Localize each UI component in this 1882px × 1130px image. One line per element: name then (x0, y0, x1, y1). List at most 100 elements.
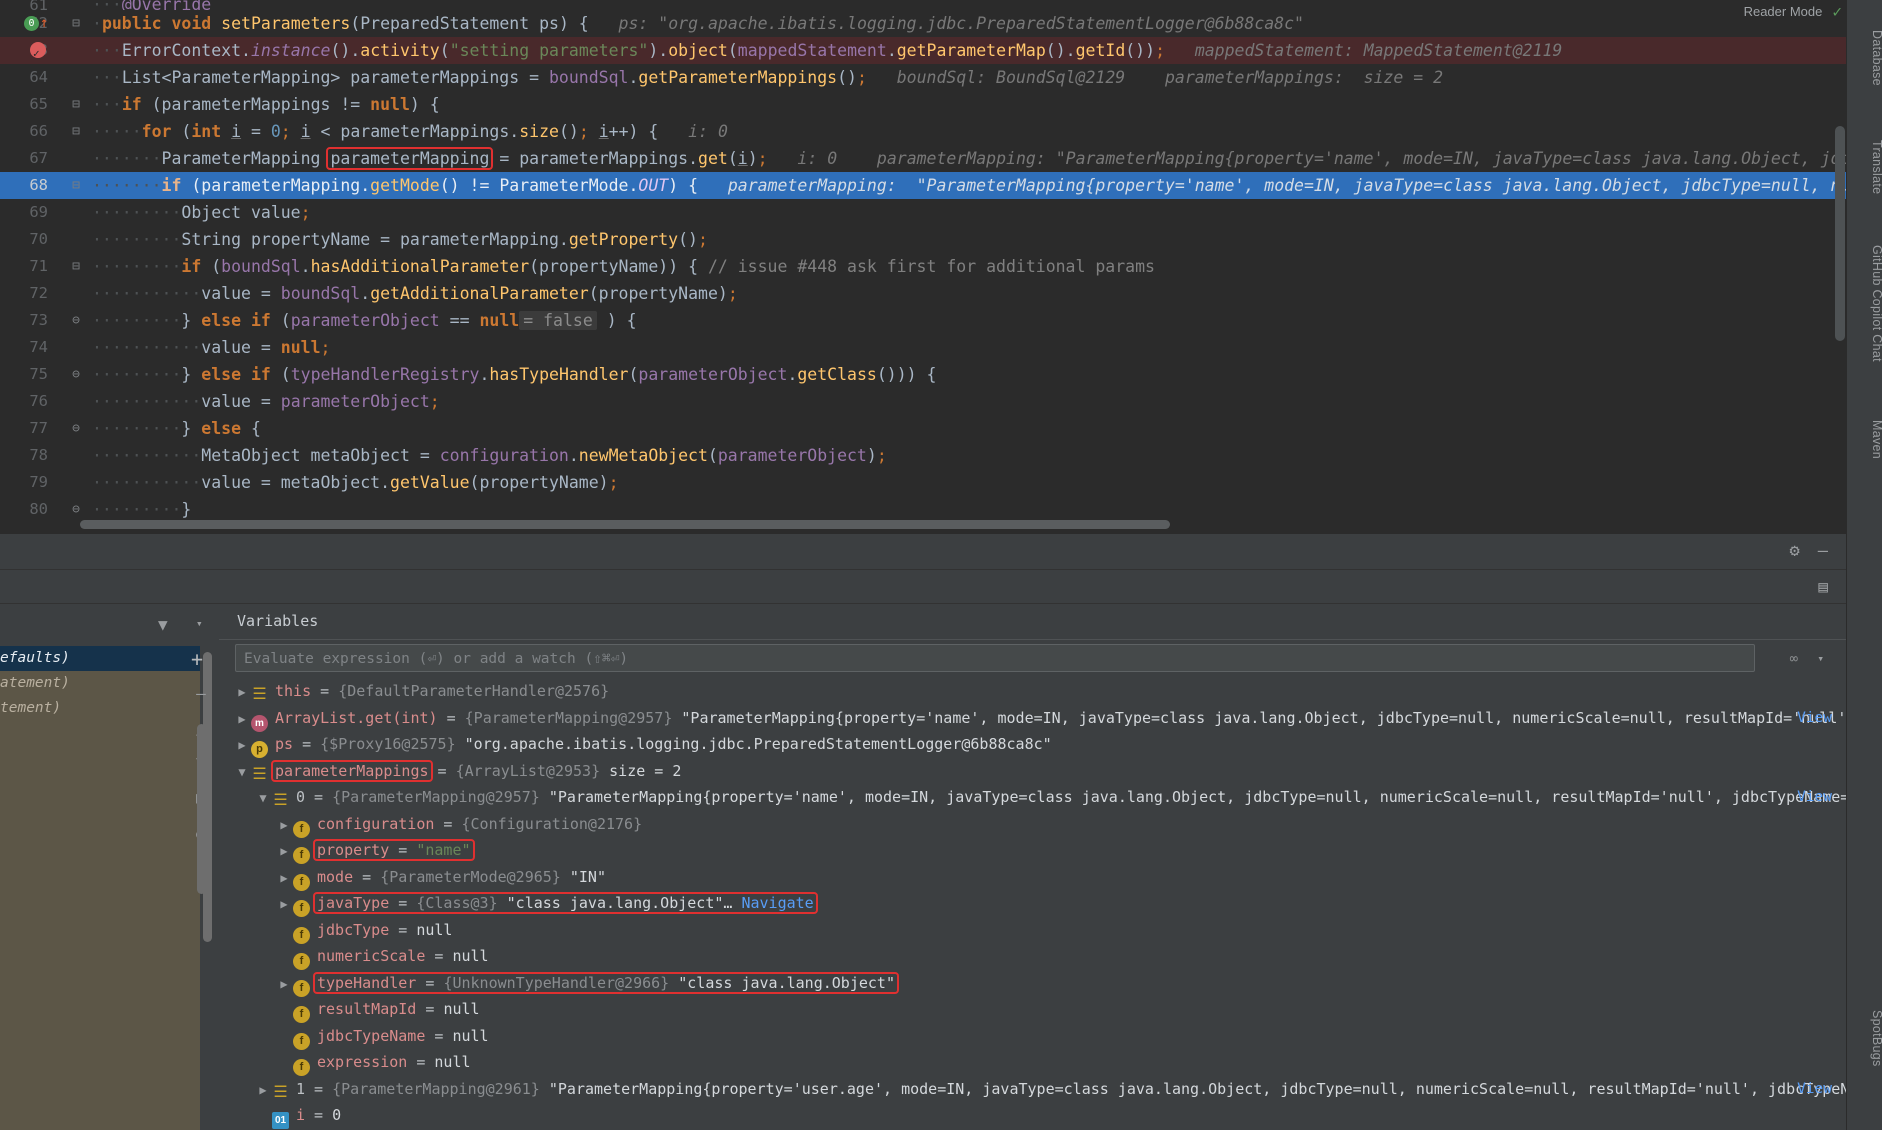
chevron-right-icon[interactable]: ▶ (275, 971, 293, 998)
tree-vertical-scrollbar[interactable] (197, 724, 206, 894)
code-line-71[interactable]: 71 ⊟ ·········if (boundSql.hasAdditional… (0, 253, 1882, 280)
code-line-80[interactable]: 80 ⊖ ·········} (0, 496, 1882, 523)
variables-tree-row[interactable]: ▶f resultMapId = null (219, 996, 1846, 1023)
code-line-79[interactable]: 79 ···········value = metaObject.getValu… (0, 469, 1882, 496)
chevron-right-icon[interactable]: ▶ (275, 838, 293, 865)
chevron-right-icon[interactable]: ▶ (275, 812, 293, 839)
code-line-74[interactable]: 74 ···········value = null; (0, 334, 1882, 361)
code-line-78[interactable]: 78 ···········MetaObject metaObject = co… (0, 442, 1882, 469)
view-link[interactable]: View (1797, 1076, 1832, 1103)
fold-icon[interactable]: ⊖ (66, 361, 86, 388)
tool-tab-spotbugs[interactable]: SpotBugs (1848, 1010, 1882, 1067)
fold-icon[interactable]: ⊟ (66, 172, 86, 199)
code-line-77[interactable]: 77 ⊖ ·········} else { (0, 415, 1882, 442)
variables-tree-row[interactable]: ▶f jdbcTypeName = null (219, 1023, 1846, 1050)
settings-gear-icon[interactable]: ⚙ (1790, 541, 1800, 561)
variables-tree-row[interactable]: ▼ ☰ parameterMappings = {ArrayList@2953} s… (219, 758, 1846, 785)
code-line-70[interactable]: 70 ·········String propertyName = parame… (0, 226, 1882, 253)
editor-vertical-scrollbar[interactable] (1835, 126, 1845, 341)
fold-icon[interactable]: ⊟ (66, 118, 86, 145)
frame-row[interactable]: atement) (0, 671, 200, 696)
filter-icon[interactable]: ▼ (158, 615, 168, 634)
code-line-76[interactable]: 76 ···········value = parameterObject; (0, 388, 1882, 415)
fold-icon[interactable]: ⊟ (66, 10, 86, 37)
variables-tree-row[interactable]: ▶ m ArrayList.get(int) = {ParameterMapping… (219, 705, 1846, 732)
variables-tree-row[interactable]: ▶01 i = 0 (219, 1102, 1846, 1129)
tool-tab-maven[interactable]: Maven (1848, 420, 1882, 459)
variables-tree-row[interactable]: ▶ f configuration = {Configuration@2176} (219, 811, 1846, 838)
variables-tree-row[interactable]: ▶ ☰ this = {DefaultParameterHandler@2576} (219, 678, 1846, 705)
code-line-67[interactable]: 67 ·······ParameterMapping parameterMapp… (0, 145, 1882, 172)
variables-tree-row[interactable]: ▶ f property = "name" (219, 837, 1846, 864)
chevron-right-icon[interactable]: ▶ (275, 865, 293, 892)
variables-tree-row[interactable]: ▶f numericScale = null (219, 943, 1846, 970)
line-number: 64 (29, 68, 48, 86)
variables-tree-row[interactable]: ▶f jdbcType = null (219, 917, 1846, 944)
variables-tree-row[interactable]: ▶ f typeHandler = {UnknownTypeHandler@2966… (219, 970, 1846, 997)
chevron-right-icon[interactable]: ▶ (254, 1077, 272, 1104)
annotation-box: javaType = {Class@3} "class java.lang.Ob… (313, 892, 818, 914)
chevron-right-icon[interactable]: ▶ (233, 706, 251, 733)
variables-tree-row[interactable]: ▶ f javaType = {Class@3} "class java.lang.… (219, 890, 1846, 917)
code-line-68-current-execution[interactable]: 68 ⊟ ·······if (parameterMapping.getMode… (0, 172, 1882, 199)
variable-ref: {UnknownTypeHandler@2966} (443, 973, 679, 992)
fold-icon[interactable]: ⊖ (66, 496, 86, 523)
run-gutter-icon[interactable]: 0 (24, 16, 39, 31)
tree-row-content: ▶ m ArrayList.get(int) = {ParameterMapping… (219, 709, 1846, 732)
layout-settings-icon[interactable]: ▤ (1818, 577, 1828, 596)
variables-tree[interactable]: ▶ ☰ this = {DefaultParameterHandler@2576} … (219, 678, 1846, 1130)
code-line-61[interactable]: 61 ···@Override (0, 0, 1882, 10)
equals-sign: = (353, 867, 381, 886)
tool-tab-github-copilot-chat[interactable]: GitHub Copilot Chat (1848, 245, 1882, 362)
tool-tab-translate[interactable]: Translate (1848, 140, 1882, 194)
chevron-right-icon[interactable]: ▶ (233, 732, 251, 759)
frames-list[interactable]: efaults) atement) tement) (0, 646, 200, 1130)
view-link[interactable]: View (1797, 705, 1832, 732)
code-line-73[interactable]: 73 ⊖ ·········} else if (parameterObject… (0, 307, 1882, 334)
variables-tree-row[interactable]: ▶ p ps = {$Proxy16@2575} "org.apache.ibati… (219, 731, 1846, 758)
variable-name: i (296, 1106, 306, 1124)
up-arrow-icon[interactable]: ↑ (40, 14, 48, 33)
add-watch-button[interactable]: + (191, 647, 203, 671)
chevron-down-icon[interactable]: ▾ (1817, 652, 1824, 665)
breakpoint-icon[interactable] (30, 40, 46, 67)
fold-icon[interactable]: ⊖ (66, 307, 86, 334)
frame-row[interactable]: tement) (0, 696, 200, 721)
code-line-62[interactable]: 62 0 ↑ ⊟ ·public void setParameters(Prep… (0, 10, 1882, 37)
variable-name: configuration (317, 814, 435, 833)
code-line-75[interactable]: 75 ⊖ ·········} else if (typeHandlerRegi… (0, 361, 1882, 388)
editor-horizontal-scrollbar[interactable] (80, 520, 1170, 529)
code-line-65[interactable]: 65 ⊟ ···if (parameterMappings != null) { (0, 91, 1882, 118)
code-line-72[interactable]: 72 ···········value = boundSql.getAdditi… (0, 280, 1882, 307)
tree-row-content: ▶ f javaType = {Class@3} "class java.lang.… (219, 892, 818, 917)
chevron-down-icon[interactable]: ▼ (254, 785, 272, 812)
variables-tree-row[interactable]: ▶f expression = null (219, 1049, 1846, 1076)
fold-icon[interactable]: ⊟ (66, 91, 86, 118)
view-link[interactable]: View (1797, 784, 1832, 811)
infinity-icon[interactable]: ∞ (1790, 651, 1798, 667)
code-line-63[interactable]: 63 ···ErrorContext.instance().activity("… (0, 37, 1882, 67)
code-text: ···ErrorContext.instance().activity("set… (92, 41, 1563, 60)
chevron-right-icon: ▶ (275, 944, 293, 971)
variables-tree-row[interactable]: ▶ ☰ 1 = {ParameterMapping@2961} "Parameter… (219, 1076, 1846, 1103)
chevron-right-icon[interactable]: ▶ (275, 891, 293, 918)
code-line-64[interactable]: 64 ···List<ParameterMapping> parameterMa… (0, 64, 1882, 91)
line-number: 67 (29, 149, 48, 167)
navigate-link[interactable]: Navigate (732, 894, 813, 912)
chevron-down-icon[interactable]: ▾ (196, 617, 203, 630)
fold-icon[interactable]: ⊖ (66, 415, 86, 442)
chevron-right-icon[interactable]: ▶ (233, 679, 251, 706)
code-line-69[interactable]: 69 ·········Object value; (0, 199, 1882, 226)
collapse-icon[interactable]: — (189, 684, 213, 703)
code-line-66[interactable]: 66 ⊟ ·····for (int i = 0; i < parameterM… (0, 118, 1882, 145)
variables-tree-row[interactable]: ▶ f mode = {ParameterMode@2965} "IN" (219, 864, 1846, 891)
chevron-down-icon[interactable]: ▼ (233, 759, 251, 786)
frame-row[interactable]: efaults) (0, 646, 200, 671)
evaluate-expression-input[interactable]: Evaluate expression (⏎) or add a watch (… (235, 644, 1755, 672)
tool-tab-database[interactable]: Database (1848, 30, 1882, 86)
variables-tree-row[interactable]: ▼ ☰ 0 = {ParameterMapping@2957} "Parameter… (219, 784, 1846, 811)
line-number: 76 (29, 392, 48, 410)
fold-icon[interactable]: ⊟ (66, 253, 86, 280)
code-editor[interactable]: Reader Mode ✓ 61 ···@Override 62 0 ↑ ⊟ ·… (0, 0, 1882, 534)
minimize-icon[interactable]: — (1818, 541, 1828, 561)
